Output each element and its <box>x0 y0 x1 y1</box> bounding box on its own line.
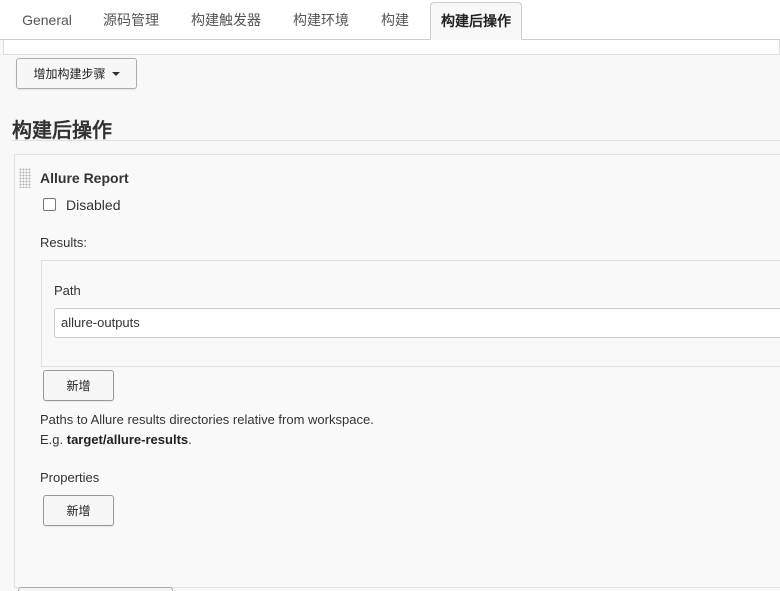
tab-bar: General 源码管理 构建触发器 构建环境 构建 构建后操作 <box>0 0 780 40</box>
help-example: target/allure-results <box>66 432 189 447</box>
help-text-line2: E.g. target/allure-results. <box>40 432 192 447</box>
tab-build-environment[interactable]: 构建环境 <box>282 0 360 40</box>
disabled-label: Disabled <box>66 197 121 213</box>
tab-build[interactable]: 构建 <box>370 0 420 40</box>
previous-section-panel <box>3 40 780 55</box>
step-title: Allure Report <box>40 170 129 186</box>
help-text-line1: Paths to Allure results directories rela… <box>40 412 374 427</box>
path-label: Path <box>54 283 81 298</box>
properties-label: Properties <box>40 470 100 485</box>
next-button-partial[interactable] <box>18 587 173 591</box>
tab-build-triggers[interactable]: 构建触发器 <box>180 0 272 40</box>
config-content: 增加构建步骤 构建后操作 Allure Report Disabled Resu… <box>0 40 780 591</box>
caret-down-icon <box>111 72 120 76</box>
tab-source-management[interactable]: 源码管理 <box>92 0 170 40</box>
add-result-button[interactable]: 新增 <box>43 370 114 401</box>
results-label: Results: <box>40 235 87 250</box>
add-build-step-button[interactable]: 增加构建步骤 <box>16 58 137 89</box>
path-input[interactable]: allure-outputs <box>54 308 780 338</box>
tab-general[interactable]: General <box>10 0 84 40</box>
section-title: 构建后操作 <box>12 120 112 142</box>
tab-post-build-actions[interactable]: 构建后操作 <box>430 2 522 40</box>
add-property-button[interactable]: 新增 <box>43 495 114 526</box>
help-suffix: . <box>188 432 192 447</box>
section-divider <box>12 140 780 141</box>
disabled-checkbox[interactable] <box>43 198 56 211</box>
add-build-step-label: 增加构建步骤 <box>33 67 106 81</box>
help-prefix: E.g. <box>40 432 67 447</box>
allure-report-step <box>14 154 780 588</box>
drag-handle-icon[interactable] <box>19 168 31 188</box>
